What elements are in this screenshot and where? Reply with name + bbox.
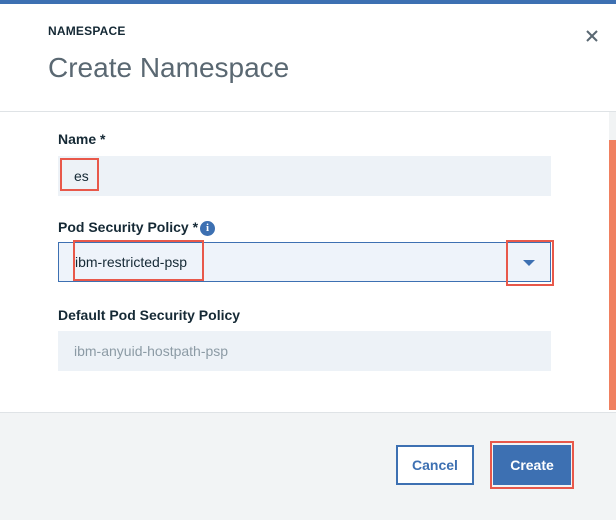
scrollbar-thumb[interactable] [609, 140, 616, 410]
cancel-button[interactable]: Cancel [396, 445, 474, 485]
close-icon[interactable] [580, 24, 604, 48]
create-button[interactable]: Create [493, 445, 571, 485]
psp-select[interactable]: ibm-restricted-psp [58, 242, 551, 282]
chevron-down-icon[interactable] [523, 260, 535, 266]
modal-eyebrow: NAMESPACE [48, 24, 126, 38]
name-label: Name * [58, 131, 106, 147]
default-psp-label: Default Pod Security Policy [58, 307, 241, 323]
name-input[interactable]: es [58, 156, 551, 196]
name-input-value: es [74, 168, 89, 184]
default-psp-field: ibm-anyuid-hostpath-psp [58, 331, 551, 371]
default-psp-value: ibm-anyuid-hostpath-psp [74, 343, 229, 359]
info-icon[interactable]: i [200, 221, 215, 236]
modal-header: NAMESPACE Create Namespace [0, 4, 616, 112]
psp-label: Pod Security Policy * [58, 219, 199, 235]
modal-title: Create Namespace [48, 52, 290, 83]
psp-select-value: ibm-restricted-psp [75, 254, 188, 270]
